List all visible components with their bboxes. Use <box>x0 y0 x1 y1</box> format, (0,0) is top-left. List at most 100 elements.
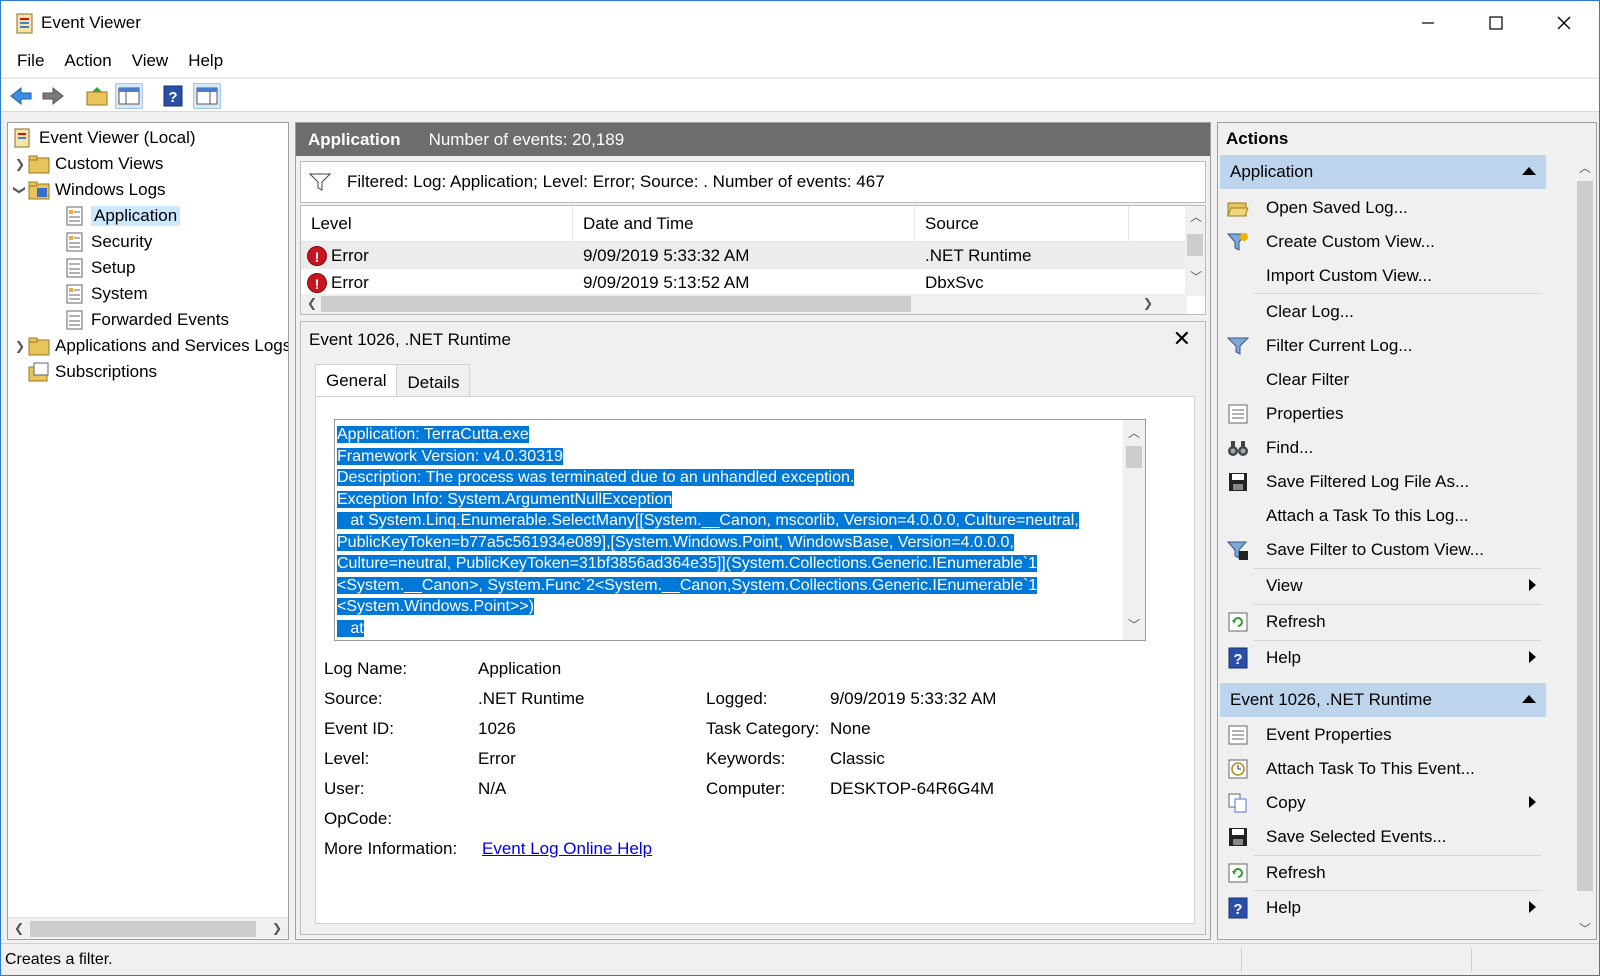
table-row[interactable]: ! Error 9/09/2019 5:13:52 AM DbxSvc <box>301 269 1187 296</box>
scroll-thumb[interactable] <box>1577 181 1593 891</box>
column-level[interactable]: Level <box>301 206 573 242</box>
action-help[interactable]: ? Help <box>1226 642 1542 674</box>
tree-item-security[interactable]: Security <box>64 229 152 255</box>
log-header: Application Number of events: 20,189 <box>296 123 1210 156</box>
action-import-custom-view[interactable]: Import Custom View... <box>1226 260 1542 292</box>
menu-view[interactable]: View <box>122 51 179 71</box>
tab-general[interactable]: General <box>315 364 398 398</box>
action-event-properties[interactable]: Event Properties <box>1226 719 1542 751</box>
online-help-link[interactable]: Event Log Online Help <box>482 839 652 859</box>
datetime-cell: 9/09/2019 5:13:52 AM <box>583 272 750 292</box>
submenu-arrow-icon <box>1529 579 1536 591</box>
chevron-down-icon[interactable]: ❯ <box>13 182 27 198</box>
scroll-down-icon[interactable]: ﹀ <box>1190 268 1202 285</box>
log-icon <box>66 258 83 278</box>
action-label: Import Custom View... <box>1266 266 1432 285</box>
show-hide-action-pane-button[interactable] <box>193 83 221 109</box>
action-clear-log[interactable]: Clear Log... <box>1226 296 1542 328</box>
tree-item-system[interactable]: System <box>64 281 148 307</box>
action-refresh[interactable]: Refresh <box>1226 606 1542 638</box>
tree-item-application[interactable]: Application <box>64 203 181 229</box>
collapse-icon[interactable] <box>1522 167 1536 175</box>
action-open-saved-log[interactable]: Open Saved Log... <box>1226 192 1542 224</box>
help-button[interactable]: ? <box>159 83 187 109</box>
action-create-custom-view[interactable]: Create Custom View... <box>1226 226 1542 258</box>
column-source[interactable]: Source <box>915 206 1129 242</box>
svg-text:?: ? <box>168 89 177 106</box>
tree-item-subscriptions[interactable]: Subscriptions <box>28 359 157 385</box>
minimize-button[interactable] <box>1395 1 1461 45</box>
description-textbox[interactable]: Application: TerraCutta.exe Framework Ve… <box>334 419 1146 641</box>
action-save-filter-to-custom-view[interactable]: Save Filter to Custom View... <box>1226 534 1542 566</box>
level-text: Error <box>331 245 369 265</box>
description-scrollbar[interactable]: ︿ ﹀ <box>1123 420 1145 640</box>
filter-text: Filtered: Log: Application; Level: Error… <box>347 172 885 191</box>
action-save-filtered-log[interactable]: Save Filtered Log File As... <box>1226 466 1542 498</box>
action-properties[interactable]: Properties <box>1226 398 1542 430</box>
scroll-left-icon[interactable]: ❮ <box>307 296 317 310</box>
show-hide-tree-button[interactable] <box>115 83 143 109</box>
actions-scrollbar[interactable]: ︿ ﹀ <box>1574 157 1596 939</box>
action-filter-current-log[interactable]: Filter Current Log... <box>1226 330 1542 362</box>
column-date-time[interactable]: Date and Time <box>573 206 915 242</box>
scroll-right-icon[interactable]: ❯ <box>272 921 282 935</box>
action-attach-task-to-log[interactable]: Attach a Task To this Log... <box>1226 500 1542 532</box>
scroll-left-icon[interactable]: ❮ <box>14 921 24 935</box>
status-divider <box>1471 948 1472 972</box>
action-view[interactable]: View <box>1226 570 1542 602</box>
action-clear-filter[interactable]: Clear Filter <box>1226 364 1542 396</box>
tab-details[interactable]: Details <box>396 364 471 398</box>
chevron-right-icon[interactable]: ❯ <box>12 339 28 353</box>
scroll-thumb[interactable] <box>1187 234 1203 256</box>
scroll-up-icon[interactable]: ︿ <box>1579 159 1591 176</box>
forward-button[interactable] <box>39 83 67 109</box>
label-logged: Logged: <box>706 689 768 708</box>
group-label: Event 1026, .NET Runtime <box>1230 690 1432 709</box>
scroll-down-icon[interactable]: ﹀ <box>1579 920 1591 937</box>
scroll-thumb[interactable] <box>321 296 911 312</box>
menu-action[interactable]: Action <box>54 51 121 71</box>
refresh-icon <box>1228 863 1248 883</box>
action-attach-task-to-event[interactable]: Attach Task To This Event... <box>1226 753 1542 785</box>
actions-group-application[interactable]: Application <box>1220 155 1546 189</box>
scroll-up-icon[interactable]: ︿ <box>1190 208 1202 225</box>
tree-item-windows-logs[interactable]: ❯ Windows Logs <box>12 177 166 203</box>
action-save-selected-events[interactable]: Save Selected Events... <box>1226 821 1542 853</box>
tree-horizontal-scrollbar[interactable]: ❮ ❯ <box>8 917 288 939</box>
close-icon[interactable]: ✕ <box>1173 326 1191 352</box>
scroll-up-icon[interactable]: ︿ <box>1128 424 1140 441</box>
close-button[interactable] <box>1531 1 1597 45</box>
table-row[interactable]: ! Error 9/09/2019 5:33:32 AM .NET Runtime <box>301 242 1187 269</box>
tree-item-root[interactable]: Event Viewer (Local) <box>12 125 196 151</box>
chevron-right-icon[interactable]: ❯ <box>12 157 28 171</box>
action-label: Attach a Task To this Log... <box>1266 506 1469 525</box>
back-button[interactable] <box>7 83 35 109</box>
table-horizontal-scrollbar[interactable]: ❮ ❯ <box>301 294 1187 314</box>
up-folder-button[interactable] <box>83 83 111 109</box>
menu-help[interactable]: Help <box>178 51 233 71</box>
action-copy[interactable]: Copy <box>1226 787 1542 819</box>
separator <box>1254 640 1542 641</box>
tree-item-custom-views[interactable]: ❯ Custom Views <box>12 151 163 177</box>
action-label: Help <box>1266 898 1301 917</box>
scroll-right-icon[interactable]: ❯ <box>1143 296 1153 310</box>
menu-file[interactable]: File <box>7 51 54 71</box>
description-line: Application: TerraCutta.exe <box>337 426 529 443</box>
actions-group-event[interactable]: Event 1026, .NET Runtime <box>1220 683 1546 717</box>
maximize-icon <box>1489 16 1503 30</box>
action-find[interactable]: Find... <box>1226 432 1542 464</box>
action-help-event[interactable]: ? Help <box>1226 892 1542 924</box>
tree-item-app-services-logs[interactable]: ❯ Applications and Services Logs <box>12 333 288 359</box>
scroll-thumb[interactable] <box>1126 446 1142 468</box>
binoculars-icon <box>1228 441 1248 456</box>
maximize-button[interactable] <box>1463 1 1529 45</box>
collapse-icon[interactable] <box>1522 695 1536 703</box>
tree-item-setup[interactable]: Setup <box>64 255 135 281</box>
scroll-down-icon[interactable]: ﹀ <box>1128 616 1140 633</box>
scroll-thumb[interactable] <box>30 921 256 937</box>
action-refresh-event[interactable]: Refresh <box>1226 857 1542 889</box>
tree-item-forwarded-events[interactable]: Forwarded Events <box>64 307 229 333</box>
table-vertical-scrollbar[interactable]: ︿ ﹀ <box>1185 206 1205 296</box>
detail-title: Event 1026, .NET Runtime <box>309 330 511 349</box>
log-icon <box>66 206 83 226</box>
